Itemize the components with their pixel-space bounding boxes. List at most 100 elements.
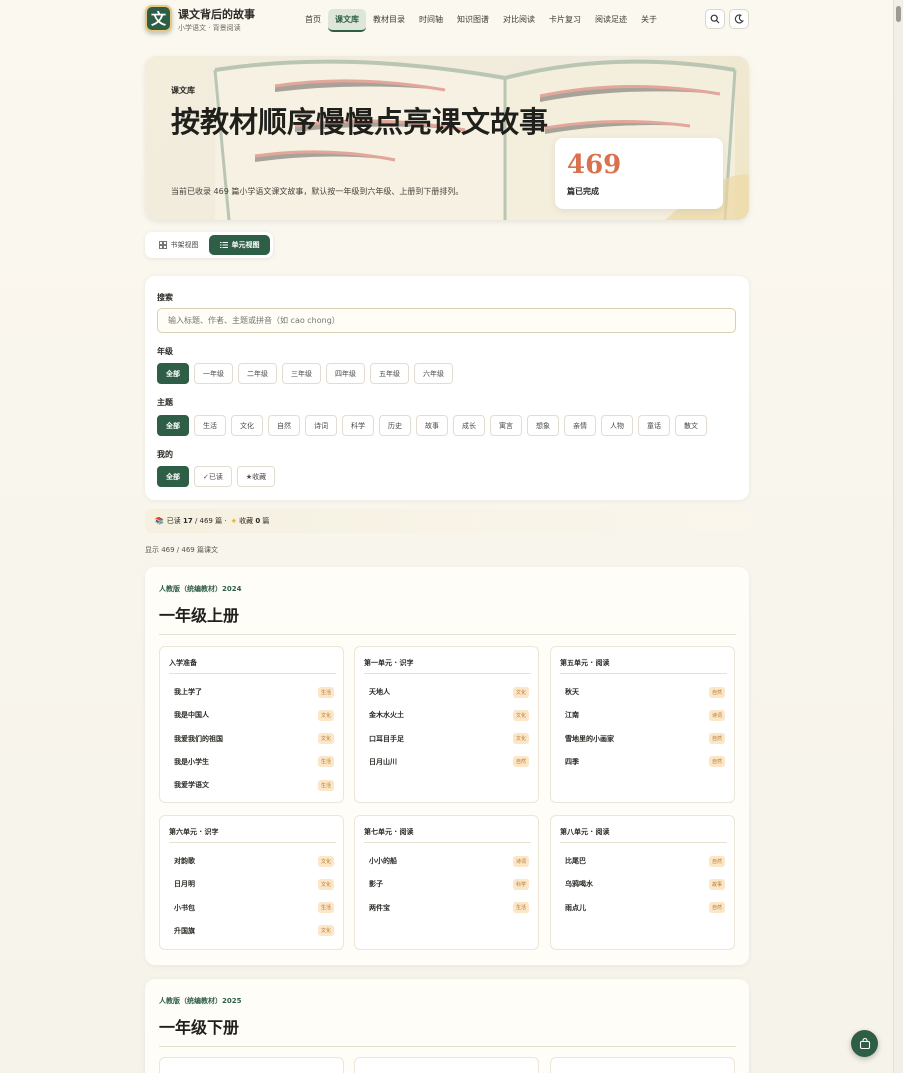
themes-chip[interactable]: 历史 [379,415,411,436]
themes-chip[interactable]: 人物 [601,415,633,436]
read-count: 17 [182,517,193,525]
lesson-title[interactable]: 天地人 [369,687,390,697]
top-header: 文 课文背后的故事 小学语文 · 背景阅读 首页 课文库 教材目录 时间轴 知识图谱 对比… [145,4,749,36]
lesson-item[interactable]: 我上学了 生活 [174,685,334,699]
lesson-title[interactable]: 小书包 [174,903,195,913]
mine-chip[interactable]: 全部 [157,466,189,487]
themes-chip[interactable]: 文化 [231,415,263,436]
themes-chip[interactable]: 成长 [453,415,485,436]
themes-chip[interactable]: 寓言 [490,415,522,436]
search-button[interactable] [705,9,725,29]
themes-chip[interactable]: 自然 [268,415,300,436]
grades-chip[interactable]: 一年级 [194,363,233,384]
lesson-title[interactable]: 乌鸦喝水 [565,879,593,889]
lesson-title[interactable]: 小小的船 [369,856,397,866]
themes-chip[interactable]: 诗词 [305,415,337,436]
lesson-item[interactable]: 天地人 文化 [369,685,529,699]
lesson-item[interactable]: 我爱我们的祖国 文化 [174,732,334,746]
lesson-title[interactable]: 比尾巴 [565,856,586,866]
lesson-title[interactable]: 我是小学生 [174,757,209,767]
floating-bag-button[interactable] [851,1030,878,1057]
lesson-item[interactable]: 升国旗 文化 [174,924,334,938]
nav-item[interactable]: 课文库 [328,9,366,32]
lesson-item[interactable]: 影子 科学 [369,877,529,891]
shelf-view-button[interactable]: 书架视图 [148,235,209,255]
lesson-title[interactable]: 我是中国人 [174,710,209,720]
grades-chip[interactable]: 三年级 [282,363,321,384]
themes-chip[interactable]: 想象 [527,415,559,436]
unit-card: 入学准备我上学了 生活 我是中国人 文化我爱我们的祖国 文化我是小学生 生活 我爱学语文 生活 [159,646,344,803]
unit-title: 入学准备 [169,659,197,667]
grade-section: 人教版（统编教材）2025 一年级下册 [145,979,749,1073]
lesson-item[interactable]: 秋天 自然 [565,685,725,699]
lesson-title[interactable]: 日月山川 [369,757,397,767]
lesson-title[interactable]: 秋天 [565,687,579,697]
lesson-item[interactable]: 日月山川 自然 [369,755,529,769]
unit-view-button[interactable]: 单元视图 [209,235,270,255]
logo-icon[interactable]: 文 [145,5,172,32]
lesson-title[interactable]: 两件宝 [369,903,390,913]
lesson-title[interactable]: 雨点儿 [565,903,586,913]
lesson-item[interactable]: 日月明 文化 [174,877,334,891]
nav-item[interactable]: 卡片复习 [542,9,588,32]
lesson-item[interactable]: 我是小学生 生活 [174,755,334,769]
themes-chip[interactable]: 亲情 [564,415,596,436]
theme-tag: 自然 [708,756,725,768]
nav-item[interactable]: 首页 [298,9,328,32]
stat-label: 篇已完成 [567,187,599,196]
lesson-title[interactable]: 四季 [565,757,579,767]
themes-chip[interactable]: 生活 [194,415,226,436]
theme-tag: 文化 [317,733,334,745]
lesson-title[interactable]: 江南 [565,710,579,720]
nav-item[interactable]: 知识图谱 [450,9,496,32]
grades-chip[interactable]: 五年级 [370,363,409,384]
themes-chip[interactable]: 故事 [416,415,448,436]
lesson-title[interactable]: 金木水火土 [369,710,404,720]
mine-chip[interactable]: ★收藏 [236,466,276,487]
lesson-item[interactable]: 四季 自然 [565,755,725,769]
grades-chip[interactable]: 全部 [157,363,189,384]
lesson-item[interactable]: 金木水火土 文化 [369,708,529,722]
lesson-title[interactable]: 雪地里的小画家 [565,734,614,744]
grades-chip[interactable]: 四年级 [326,363,365,384]
lesson-item[interactable]: 雨点儿 自然 [565,901,725,915]
lesson-title[interactable]: 影子 [369,879,383,889]
unit-card: 第五单元 · 阅读 秋天 自然 江南 诗词 雪地里的小画家 自然 四季 自然 [550,646,735,803]
lesson-item[interactable]: 对韵歌 文化 [174,854,334,868]
themes-chip[interactable]: 科学 [342,415,374,436]
lesson-item[interactable]: 雪地里的小画家 自然 [565,732,725,746]
brand-title[interactable]: 课文背后的故事 [178,6,255,22]
lesson-title[interactable]: 口耳目手足 [369,734,404,744]
lesson-item[interactable]: 我是中国人 文化 [174,708,334,722]
page-scrollbar[interactable] [893,0,903,1073]
themes-chip[interactable]: 全部 [157,415,189,436]
nav-item[interactable]: 教材目录 [366,9,412,32]
themes-chip[interactable]: 童话 [638,415,670,436]
lesson-title[interactable]: 我上学了 [174,687,202,697]
grades-chip[interactable]: 二年级 [238,363,277,384]
lesson-title[interactable]: 我爱学语文 [174,780,209,790]
nav-item[interactable]: 阅读足迹 [588,9,634,32]
search-input[interactable] [157,308,736,333]
lesson-title[interactable]: 日月明 [174,879,195,889]
lesson-title[interactable]: 升国旗 [174,926,195,936]
nav-item[interactable]: 时间轴 [412,9,450,32]
lesson-item[interactable]: 口耳目手足 文化 [369,732,529,746]
lesson-title[interactable]: 对韵歌 [174,856,195,866]
lesson-item[interactable]: 两件宝 生活 [369,901,529,915]
mine-chip[interactable]: ✓已读 [194,466,232,487]
scrollbar-thumb[interactable] [896,6,901,22]
nav-item[interactable]: 关于 [634,9,664,32]
theme-tag: 科学 [512,878,529,890]
nav-item[interactable]: 对比阅读 [496,9,542,32]
lesson-item[interactable]: 小书包 生活 [174,901,334,915]
lesson-item[interactable]: 小小的船 诗词 [369,854,529,868]
lesson-item[interactable]: 乌鸦喝水 故事 [565,877,725,891]
lesson-item[interactable]: 我爱学语文 生活 [174,778,334,792]
lesson-item[interactable]: 江南 诗词 [565,708,725,722]
lesson-title[interactable]: 我爱我们的祖国 [174,734,223,744]
lesson-item[interactable]: 比尾巴 自然 [565,854,725,868]
grades-chip[interactable]: 六年级 [414,363,453,384]
theme-toggle-button[interactable] [729,9,749,29]
themes-chip[interactable]: 散文 [675,415,707,436]
